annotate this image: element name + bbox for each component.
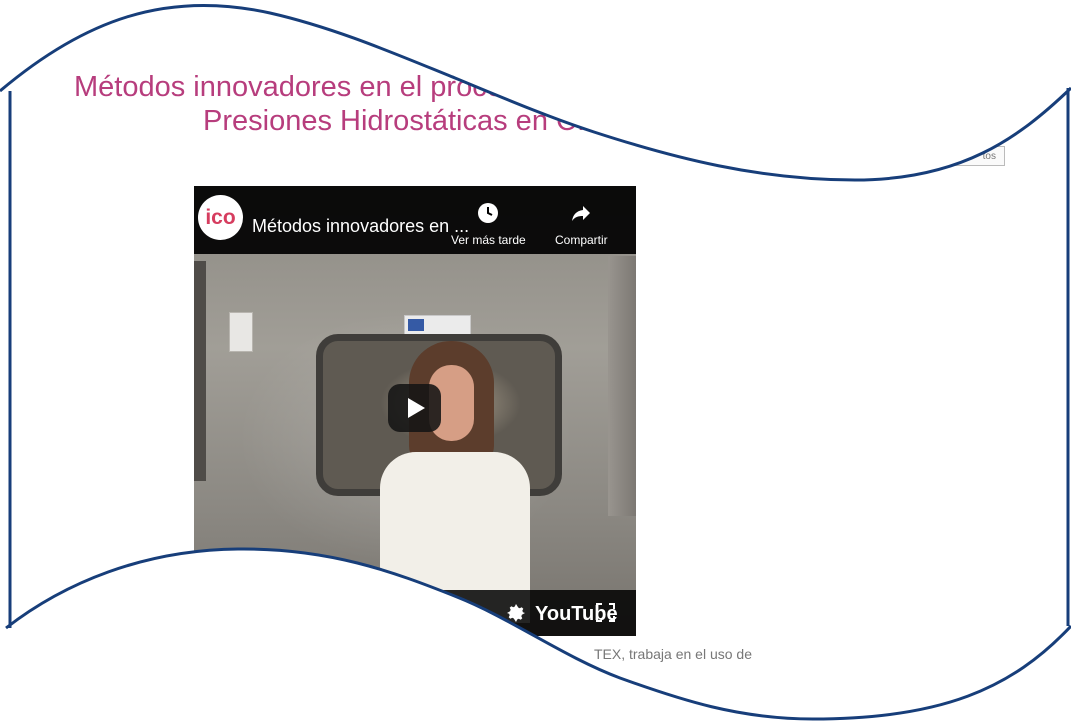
info-icon: i bbox=[840, 11, 858, 29]
share-label: Compartir bbox=[555, 233, 608, 247]
badge-info-blue[interactable]: i bbox=[978, 5, 1008, 35]
badge-info-green[interactable]: i bbox=[906, 5, 936, 35]
badge-info-orange[interactable]: i bbox=[942, 5, 972, 35]
fullscreen-icon[interactable] bbox=[595, 602, 616, 623]
info-icon: i bbox=[912, 11, 930, 29]
machine-right-panel bbox=[608, 256, 636, 516]
share-icon bbox=[569, 201, 593, 225]
badge-info-red[interactable]: i bbox=[834, 5, 864, 35]
settings-gear-icon[interactable] bbox=[504, 601, 528, 625]
side-button[interactable]: tos bbox=[935, 146, 1005, 166]
page: i i i i i Métodos innovadores en el proc… bbox=[0, 0, 1071, 723]
info-icon: i bbox=[948, 11, 966, 29]
watch-later-label: Ver más tarde bbox=[451, 233, 526, 247]
machine-left-panel bbox=[194, 261, 206, 481]
watch-later-button[interactable]: Ver más tarde bbox=[451, 201, 526, 247]
info-icon: i bbox=[984, 11, 1002, 29]
video-bottom-bar: YouTube bbox=[194, 590, 636, 636]
badge-strip: i i i i i bbox=[823, 0, 1019, 40]
clock-icon bbox=[476, 201, 500, 225]
channel-logo[interactable]: ico bbox=[198, 195, 243, 240]
eu-plate bbox=[404, 315, 471, 335]
info-icon: i bbox=[876, 11, 894, 29]
badge-info-yellow[interactable]: i bbox=[870, 5, 900, 35]
page-title-line-1: Métodos innovadores en el procesado bbox=[74, 71, 566, 103]
video-top-bar: ico Métodos innovadores en ... Ver más t… bbox=[194, 186, 636, 254]
share-button[interactable]: Compartir bbox=[555, 201, 608, 247]
video-title[interactable]: Métodos innovadores en ... bbox=[252, 216, 469, 237]
play-button[interactable] bbox=[388, 384, 441, 432]
body-text-snippet: TEX, trabaja en el uso de bbox=[594, 646, 752, 662]
page-title-line-2: Presiones Hidrostáticas en CICYTEX bbox=[203, 105, 682, 137]
video-player[interactable]: ico Métodos innovadores en ... Ver más t… bbox=[194, 186, 636, 636]
machine-label bbox=[229, 312, 253, 352]
